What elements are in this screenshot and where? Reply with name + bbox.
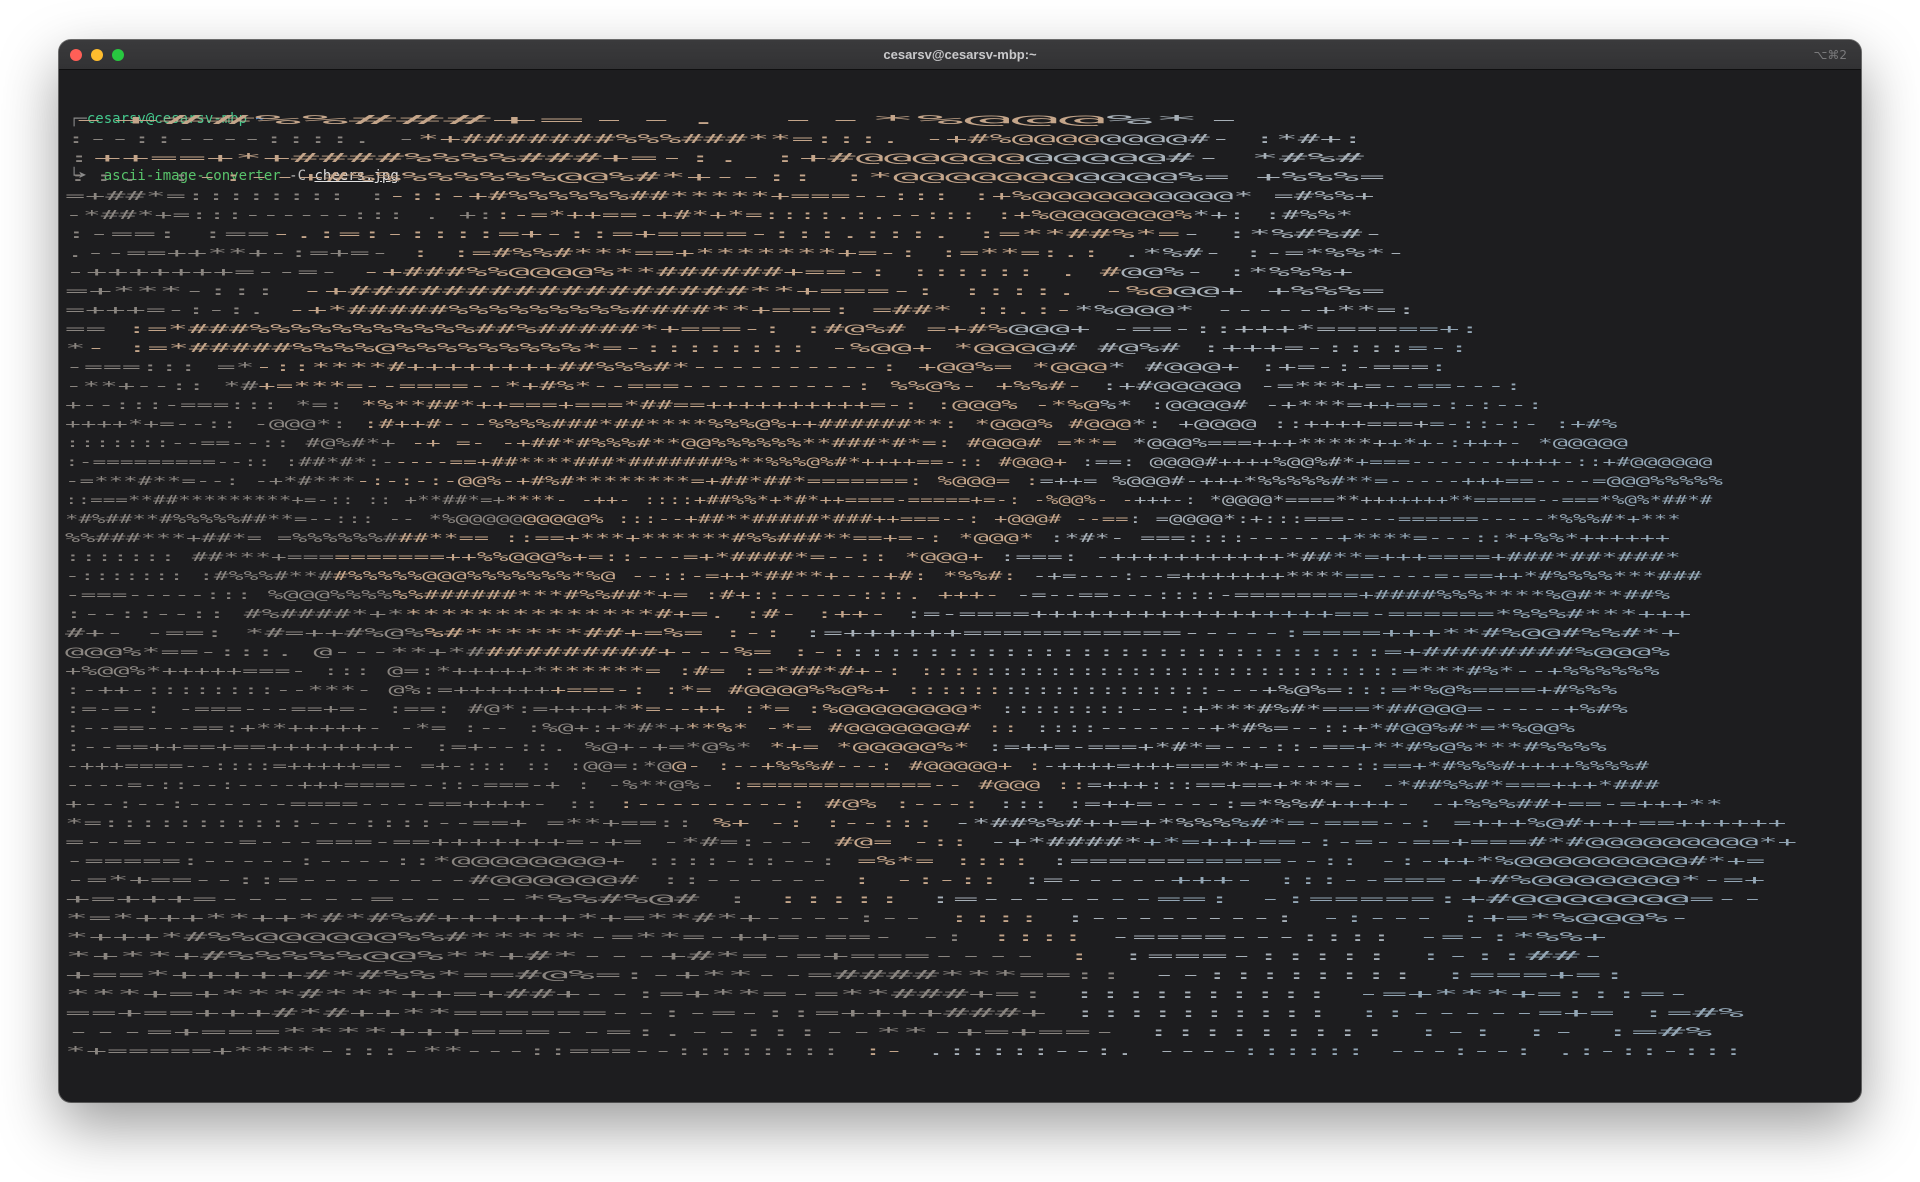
ascii-line: ::::::: ##***+=== =======++%%@@@%+=::---=… (65, 550, 1681, 564)
ascii-line: ::. : -:--+#%%%%%%%%@@%#*+--:: :*@@@@@@@ @… (65, 170, 1385, 184)
ascii-line: -**+--:: *# +=***=--====--*+#%*--===-----… (65, 379, 1522, 393)
ascii-line: -*##*+=:::------::: . +::-=*++==-+#*+*=:… (65, 208, 1353, 222)
ascii-line: :--::----::::. - *+#######%%%###**=:::. -… (65, 132, 1364, 146)
ascii-line: -+++++++=--=- -+###%%@@@@%**######+==-: … (65, 265, 1353, 279)
ascii-line: *+++*#%%@@@@@@%%#*****-=**=-++=-==- -: :… (65, 930, 1607, 944)
ascii-line: ---=+===****+++===--=:.--:::--**-+=+==- … (65, 1025, 1715, 1039)
ascii-line: =+***-::: -+#################**+===-: ::… (65, 284, 1385, 298)
ascii-line: %%###***+##*= =%%%%%%# ##**== ::==+***+**… (65, 531, 1670, 545)
ascii-line: -::::::: :#%%%#**# #%%%%%@@@%%%%%%%*%@ --… (65, 569, 1703, 583)
ascii-line: :-=========--:: :##*#*:- ----==+##****###… (65, 455, 1712, 469)
ascii-line: == :=*###%%%%%%%%%%%##%#####*+===-: :#@%… (65, 322, 1480, 336)
ascii-line: *=:::::::::::---::::--==+ =**+==:: %+ -:… (65, 816, 1786, 830)
ascii-line: :--==---==:+**+++++- -*= :-- :%@+:+*#*+ *… (65, 721, 1577, 735)
ascii-line: * - :=*#####%%%%@%%%%%%%%%*=-:::::::: -%@… (65, 341, 1469, 355)
ascii-line: +%@@%*+++++===- ::: @=:*+++++* ******= :#… (65, 664, 1661, 678)
ascii-line: -=***#**=--: -+*#*** -:-:-:-@@%-+#%#*****… (65, 474, 1724, 488)
ascii-line: : ++==+*+####%%%%###+=-:. :+#@@@@@@ @@@@@#… (65, 151, 1367, 165)
ascii-line: -===-----::: %@@@%%%% %%######***#%%##*+=… (65, 588, 1672, 602)
terminal-window: cesarsv@cesarsv-mbp:~ ⌥⌘2 ┌─cesarsv@cesa… (59, 40, 1861, 1102)
ascii-line: ==+==+++#*#++**======--:-=-::=++++###+ :… (65, 1006, 1747, 1020)
tab-shortcut-label: ⌥⌘2 (1813, 48, 1847, 62)
ascii-line: +--:::-===::: *=: *%**##*++===+===*##==+… (65, 398, 1543, 412)
ascii-line: *#%##**#%%%%%##**=--::: -- *%@@@@@ @@@@@%… (65, 512, 1681, 526)
ascii-line: ++++*+=--:: -@@@*: :#++#---%%%%###*##***… (65, 417, 1619, 431)
window-title: cesarsv@cesarsv-mbp:~ (883, 47, 1037, 62)
ascii-line: -=*+==--::=--------#@@@@@@# ::------ : -… (65, 873, 1765, 887)
ascii-line: ***+=+***#***++=+##+--:=+**=-=**###+=: :… (65, 987, 1691, 1001)
ascii-line: .--==++**+-:=+=- : :=#%%#***==+*******+=… (65, 246, 1406, 260)
ascii-line: *+**+#%%%%%@@%**+#*---+#*=-=+===---- : :… (65, 949, 1607, 963)
ascii-line: ----=-::--:----+++====--::-===-+ : -%**@… (65, 778, 1661, 792)
terminal-content[interactable]: ┌─cesarsv@cesarsv-mbp ~ └➤ ascii-image-c… (59, 69, 1861, 1102)
ascii-line: -===::: =* -::****#++++++++##%%%#*-------… (65, 360, 1448, 374)
ascii-line: @@@%*==-:::. @---**+*# #########+---%= :-… (65, 645, 1672, 659)
ascii-line: -+++====--::::=+++++==- =+-::: :: :@@=:*… (65, 759, 1651, 773)
ascii-line: =+++=-:-:. -+*#####%%%%%%%%%####**+===: … (65, 303, 1417, 317)
ascii-line: +=+++=------=-----*%%#%@# : ::::: :=----… (65, 892, 1765, 906)
ascii-line: :--::--:: #%####*+* **************#+=. :#… (65, 607, 1691, 621)
ascii-line: -+##%%###+=--. --*%@@@ %*- (65, 113, 1248, 127)
ascii-line: +--:--:------====----==++++- :: :-------… (65, 797, 1723, 811)
ascii-line: =+##*=:::::::: : -::-+#%%%%%%##*****+===-… (65, 189, 1374, 203)
ascii-line: =--=-----=---===-==+++++++=-+= -*#=:--- … (65, 835, 1797, 849)
ascii-line: *=*+++**++*#*#%#++++++*+=**#*+----:-- ::… (65, 911, 1691, 925)
ascii-line: :=-=-: -===---==+=- :==: #@*:=++++* *=--+… (65, 702, 1630, 716)
ascii-line: #+- -==: *#=++#%@% %#******##+=%= :-: :=+… (65, 626, 1681, 640)
ascii-line: :--==++==+==++++++++- :=+--::. %@+-+=*@%… (65, 740, 1609, 754)
ascii-line: +==*+++++#*#%%*==#@%=:-+**--=####***==::… (65, 968, 1628, 982)
ascii-line: :-++-::::::::--***- @%:=++++++ +===-: :*=… (65, 683, 1619, 697)
ascii-line: :-==: :== -.:=:-::::=+-::=+====-:::.:::. … (65, 227, 1385, 241)
ascii-art-output: -+##%%###+=--. --*%@@@ %*-:--::----::::. … (65, 113, 1797, 1058)
title-bar[interactable]: cesarsv@cesarsv-mbp:~ ⌥⌘2 (59, 40, 1861, 70)
ascii-line: -=====:-----:----::*@@@@@@@@+ ::::-::--:… (65, 854, 1765, 868)
ascii-line: *+=====+****-:::-**---::===--:::::::: :-… (65, 1044, 1744, 1058)
ascii-line: ::===**##*********+=-:: :: +**##*=+ ****-… (65, 493, 1714, 507)
ascii-line: :::::::--==--:: #@%#*+ -+ =- -+##*#%%%#*… (65, 436, 1628, 450)
